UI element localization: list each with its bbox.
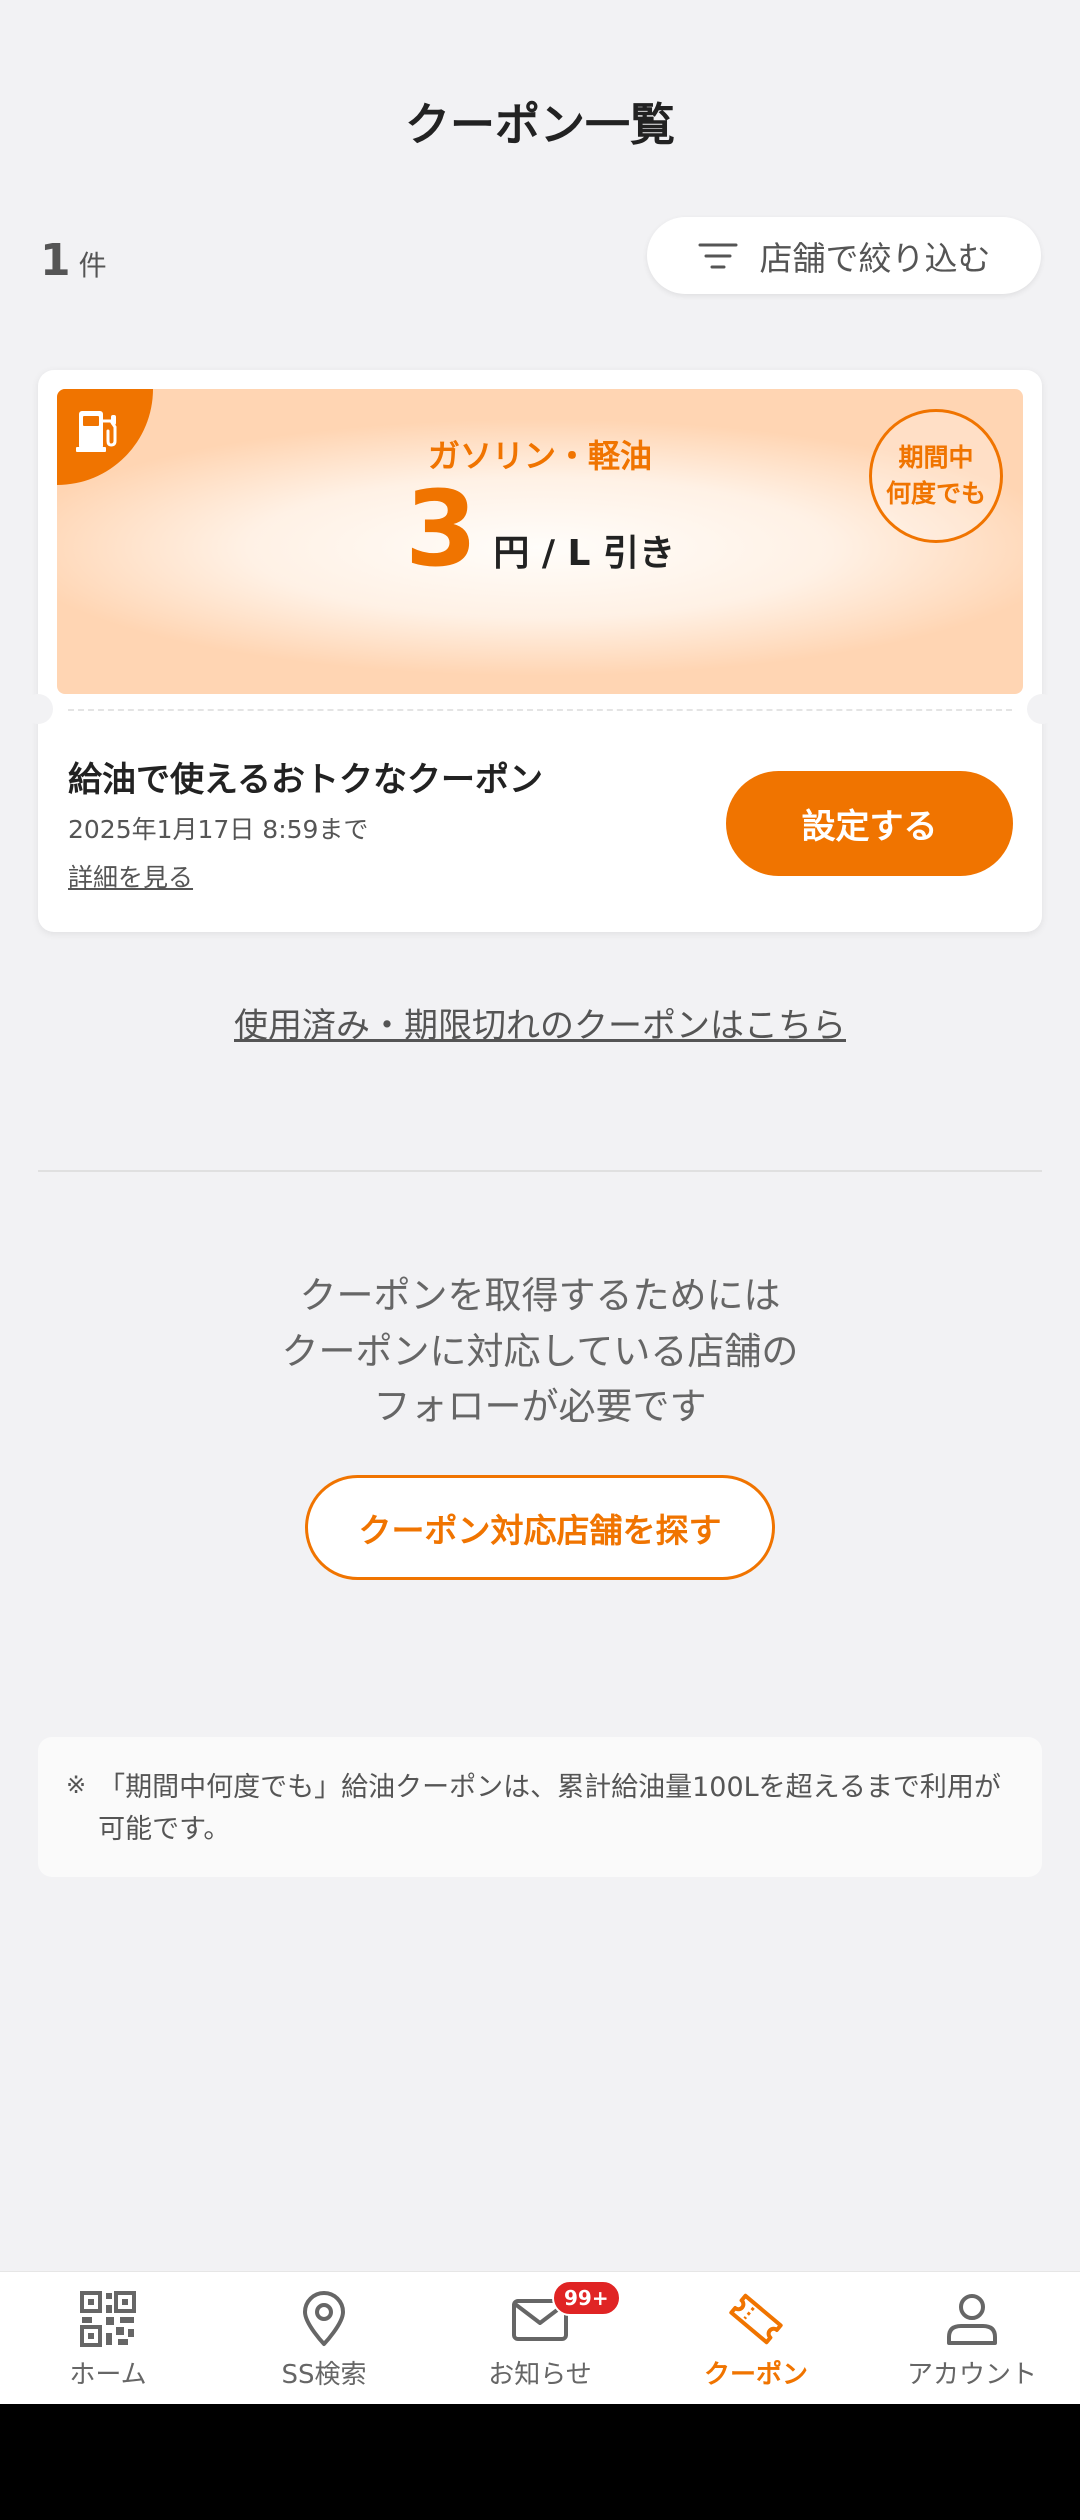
follow-info-line3: フォローが必要です [373,1385,707,1428]
discount-amount: 3 [404,468,478,590]
coupon-count-unit: 件 [78,249,107,282]
coupon-count-number: 1 [40,235,71,286]
tab-account-label: アカウント [906,2360,1037,2390]
tab-coupon-label: クーポン [703,2360,808,2390]
bottom-tab-bar: ホーム SS検索 99+ お知らせ クーポン アカウント [0,2271,1080,2404]
tab-home[interactable]: ホーム [0,2272,216,2404]
store-filter-button[interactable]: 店舗で絞り込む [647,217,1041,294]
note-mark: ※ [66,1771,87,1799]
ticket-notch-left [23,694,53,724]
discount-unit: 円 / L 引き [493,533,676,574]
coupon-title: 給油で使えるおトクなクーポン [68,760,543,800]
person-icon [947,2294,997,2345]
coupon-count: 1 件 [40,235,107,286]
follow-info-text: クーポンを取得するためには クーポンに対応している店舗の フォローが必要です [0,1268,1080,1435]
notification-count-badge: 99+ [552,2280,621,2316]
store-filter-label: 店舗で絞り込む [759,238,991,278]
tab-ss-search-label: SS検索 [281,2360,367,2390]
location-pin-icon [303,2291,345,2346]
ticket-notch-right [1027,694,1057,724]
follow-info-line1: クーポンを取得するためには [299,1274,781,1317]
note-text: 「期間中何度でも」給油クーポンは、累計給油量100Lを超えるまで利用が可能です。 [98,1772,1001,1845]
tab-notifications[interactable]: 99+ お知らせ [432,2272,648,2404]
page-title: クーポン一覧 [404,98,675,151]
tab-notifications-label: お知らせ [488,2360,592,2390]
coupon-card[interactable]: ガソリン・軽油 3 円 / L 引き 期間中 何度でも 給油で使えるおトクなクー… [23,370,1057,932]
set-coupon-button[interactable]: 設定する [726,771,1013,876]
tab-ss-search[interactable]: SS検索 [216,2272,432,2404]
tab-coupon[interactable]: クーポン [648,2272,864,2404]
coupon-detail-link[interactable]: 詳細を見る [68,858,193,894]
ticket-icon [729,2293,783,2345]
tab-home-label: ホーム [69,2360,147,2390]
tab-account[interactable]: アカウント [864,2272,1080,2404]
coupon-expiry: 2025年1月17日 8:59まで [68,815,369,844]
divider [38,1170,1042,1172]
filter-icon [698,243,737,268]
used-expired-coupons-link[interactable]: 使用済み・期限切れのクーポンはこちら [0,998,1080,1047]
coupon-banner: ガソリン・軽油 3 円 / L 引き 期間中 何度でも [57,389,1023,694]
system-navigation-bar [0,2404,1080,2520]
find-coupon-stores-button[interactable]: クーポン対応店舗を探す [305,1475,775,1580]
qr-code-icon [80,2291,136,2347]
follow-info-line2: クーポンに対応している店舗の [281,1329,799,1373]
note-box: ※ 「期間中何度でも」給油クーポンは、累計給油量100Lを超えるまで利用が可能で… [38,1737,1042,1877]
ticket-perforation [68,709,1012,711]
period-badge: 期間中 何度でも [869,409,1003,543]
